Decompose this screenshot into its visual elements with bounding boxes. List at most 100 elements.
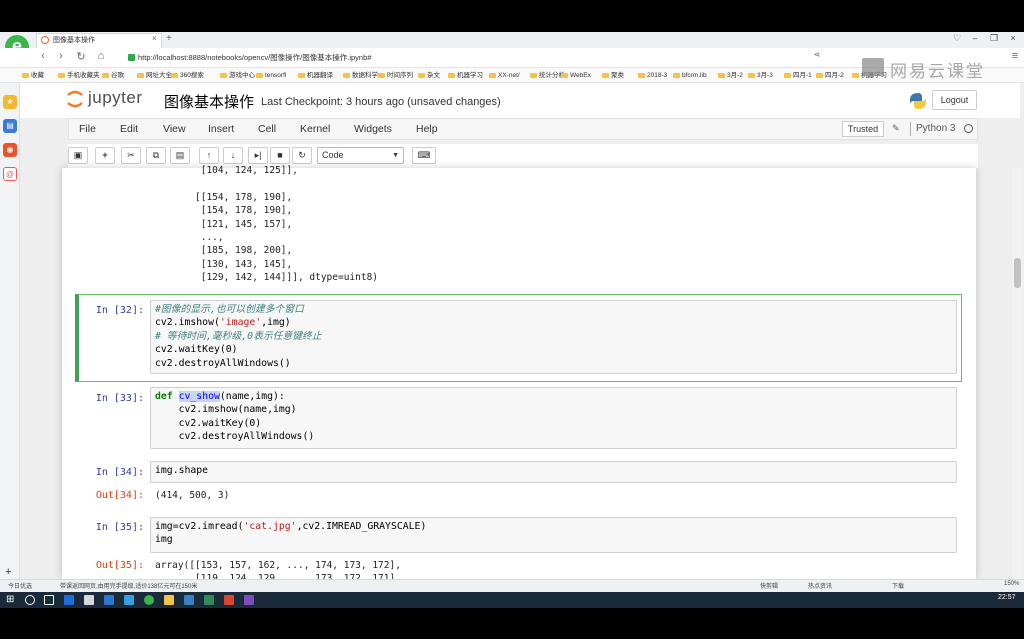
skin-icon[interactable]: ♡	[950, 33, 964, 44]
menu-view[interactable]: View	[163, 123, 186, 135]
cell-type-select[interactable]: Code ▼	[317, 147, 404, 164]
folder-icon	[784, 72, 791, 78]
paste-icon[interactable]: ▤	[170, 147, 190, 164]
search-icon[interactable]	[25, 595, 35, 605]
bookmark-item[interactable]: 时间序列	[378, 70, 413, 81]
folder-icon	[530, 72, 537, 78]
browser-app-icon[interactable]	[144, 595, 154, 605]
copy-icon[interactable]: ⧉	[146, 147, 166, 164]
back-icon[interactable]: ‹	[36, 50, 50, 62]
move-down-icon[interactable]: ↓	[223, 147, 243, 164]
bookmark-item[interactable]: tensorfl	[256, 70, 286, 81]
cut-icon[interactable]: ✂	[121, 147, 141, 164]
restore-icon[interactable]: ❐	[987, 33, 1001, 44]
folder-icon	[489, 72, 496, 78]
menu-widgets[interactable]: Widgets	[354, 123, 392, 135]
code-cell-35[interactable]: img=cv2.imread('cat.jpg',cv2.IMREAD_GRAY…	[150, 517, 957, 553]
bookmark-label: 3月-3	[757, 72, 773, 79]
mail-icon[interactable]: @	[3, 167, 17, 181]
status-right-1[interactable]: 热点资讯	[808, 581, 832, 590]
add-cell-icon[interactable]: +	[95, 147, 115, 164]
bookmark-item[interactable]: 四月-1	[784, 70, 812, 81]
ppt-icon[interactable]	[224, 595, 234, 605]
menu-cell[interactable]: Cell	[258, 123, 276, 135]
address-bar[interactable]: http://localhost:8888/notebooks/opencv/图…	[126, 51, 808, 65]
bookmark-item[interactable]: 数据科学	[343, 70, 378, 81]
restart-icon[interactable]: ↻	[292, 147, 312, 164]
weibo-icon[interactable]: ◉	[3, 143, 17, 157]
code-cell-32[interactable]: #图像的显示,也可以创建多个窗口 cv2.imshow('image',img)…	[150, 300, 957, 374]
explorer-icon[interactable]	[164, 595, 174, 605]
windows-start-icon[interactable]: ⊞	[6, 595, 16, 605]
edit-pencil-icon[interactable]: ✎	[892, 123, 900, 134]
reload-icon[interactable]: ↻	[74, 50, 88, 63]
status-right-2[interactable]: 下载	[892, 581, 904, 590]
menu-edit[interactable]: Edit	[120, 123, 138, 135]
code-cell-33[interactable]: def cv_show(name,img): cv2.imshow(name,i…	[150, 387, 957, 449]
trusted-indicator[interactable]: Trusted	[842, 121, 884, 137]
bookmark-item[interactable]: 四月-2	[816, 70, 844, 81]
task-view-icon[interactable]	[44, 595, 54, 605]
bookmark-item[interactable]: 360搜索	[171, 70, 204, 81]
bookmark-item[interactable]: XX-net/	[489, 70, 520, 81]
mail-app-icon[interactable]	[104, 595, 114, 605]
word-icon[interactable]	[184, 595, 194, 605]
page-scrollbar[interactable]	[1012, 168, 1023, 579]
move-up-icon[interactable]: ↑	[199, 147, 219, 164]
bookmark-item[interactable]: bfcrm.lib	[673, 70, 707, 81]
favorites-icon[interactable]: ★	[3, 95, 17, 109]
app-icon[interactable]	[124, 595, 134, 605]
tab-close-icon[interactable]: ×	[152, 34, 157, 43]
bookmark-item[interactable]: 谷歌	[102, 70, 124, 81]
new-tab-icon[interactable]: +	[166, 33, 172, 44]
close-window-icon[interactable]: ×	[1006, 33, 1020, 43]
minimize-icon[interactable]: –	[968, 33, 982, 43]
bookmark-item[interactable]: 3月-2	[718, 70, 743, 81]
share-icon[interactable]: ⋖	[810, 50, 824, 59]
bookmark-item[interactable]: 杂文	[418, 70, 440, 81]
bookmark-item[interactable]: 3月-3	[748, 70, 773, 81]
scrollbar-thumb[interactable]	[1014, 258, 1021, 288]
bookmark-item[interactable]: 游戏中心	[220, 70, 255, 81]
reading-icon[interactable]: ▤	[3, 119, 17, 133]
bookmark-item[interactable]: 网址大全	[137, 70, 172, 81]
menu-file[interactable]: File	[79, 123, 96, 135]
taskbar-clock[interactable]: 22:57	[998, 594, 1016, 601]
store-icon[interactable]	[84, 595, 94, 605]
run-icon[interactable]: ▸|	[248, 147, 268, 164]
folder-icon	[561, 72, 568, 78]
media-icon[interactable]	[244, 595, 254, 605]
stop-icon[interactable]: ■	[270, 147, 290, 164]
forward-icon[interactable]: ›	[54, 50, 68, 62]
menu-help[interactable]: Help	[416, 123, 438, 135]
keyboard-icon[interactable]: ⌨	[412, 147, 436, 164]
home-icon[interactable]: ⌂	[94, 50, 108, 62]
edge-icon[interactable]	[64, 595, 74, 605]
excel-icon[interactable]	[204, 595, 214, 605]
folder-icon	[256, 72, 263, 78]
browser-menu-icon[interactable]: ≡	[1008, 50, 1022, 62]
bookmark-item[interactable]: 机器翻译	[298, 70, 333, 81]
status-left-1[interactable]: 带课返回网页,由用完手提级,适价138亿元可在150米	[60, 581, 197, 590]
sidebar-add-icon[interactable]: +	[5, 566, 11, 578]
logout-button[interactable]: Logout	[932, 90, 977, 110]
bookmark-item[interactable]: 2018-3	[638, 70, 667, 81]
status-right-0[interactable]: 快剪辑	[760, 581, 778, 590]
zoom-level[interactable]: 150%	[1004, 581, 1019, 587]
code-cell-34[interactable]: img.shape	[150, 461, 957, 483]
bookmark-item[interactable]: 手机收藏夹	[58, 70, 100, 81]
jupyter-logo[interactable]: jupyter	[88, 88, 143, 108]
bookmark-item[interactable]: WebEx	[561, 70, 591, 81]
save-icon[interactable]: ▣	[68, 147, 88, 164]
bookmark-item[interactable]: 机器学习	[448, 70, 483, 81]
bookmark-item[interactable]: 聚类	[602, 70, 624, 81]
menu-kernel[interactable]: Kernel	[300, 123, 330, 135]
menu-insert[interactable]: Insert	[208, 123, 234, 135]
notebook-title[interactable]: 图像基本操作	[164, 91, 254, 112]
bookmark-item[interactable]: 收藏	[22, 70, 44, 81]
output-34: (414, 500, 3)	[155, 490, 230, 501]
bookmark-item[interactable]: 统计分析	[530, 70, 565, 81]
status-left-0[interactable]: 今日优选	[8, 581, 32, 590]
browser-tab[interactable]: 图像基本操作	[36, 33, 162, 48]
kernel-name[interactable]: Python 3	[916, 123, 955, 134]
